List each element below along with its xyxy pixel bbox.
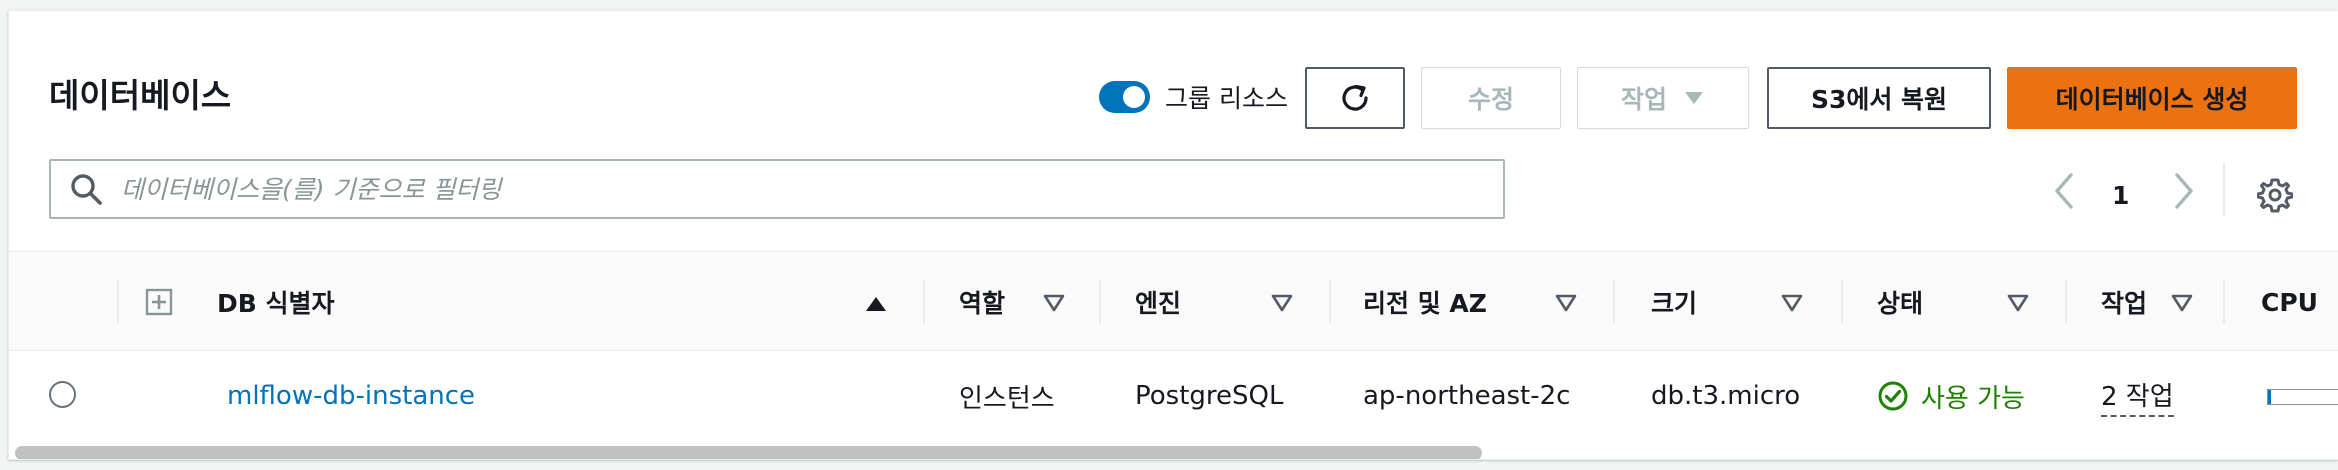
cell-role: 인스턴스 (959, 351, 1055, 441)
cpu-utilization-bar (2267, 389, 2338, 405)
databases-panel: 데이터베이스 그룹 리소스 수정 작업 S3에서 복원 데이터베이스 생성 1 (8, 10, 2338, 460)
group-resources-toggle[interactable]: 그룹 리소스 (1099, 79, 1288, 115)
column-header-region-az[interactable]: 리전 및 AZ (1363, 252, 1487, 352)
refresh-button[interactable] (1305, 67, 1405, 129)
horizontal-scrollbar-thumb[interactable] (15, 446, 1482, 459)
column-header-actions[interactable]: 작업 (2101, 252, 2147, 352)
restore-s3-label: S3에서 복원 (1810, 85, 1948, 114)
search-input[interactable] (121, 174, 1421, 204)
create-database-label: 데이터베이스 생성 (2055, 85, 2249, 114)
restore-from-s3-button[interactable]: S3에서 복원 (1767, 67, 1991, 129)
sort-none-icon[interactable] (2007, 294, 2029, 312)
engine-value: PostgreSQL (1135, 381, 1284, 411)
sort-ascending-icon[interactable] (865, 296, 887, 312)
column-divider (2065, 280, 2067, 324)
cell-region-az: ap-northeast-2c (1363, 351, 1570, 441)
db-identifier-link[interactable]: mlflow-db-instance (227, 381, 475, 411)
column-label-status: 상태 (1877, 289, 1924, 318)
column-label-db-id: DB 식별자 (217, 289, 335, 318)
column-label-engine: 엔진 (1135, 289, 1182, 318)
column-header-role[interactable]: 역할 (959, 252, 1005, 352)
column-divider (1841, 280, 1843, 324)
previous-page-icon[interactable] (2051, 171, 2079, 211)
column-label-role: 역할 (959, 289, 1006, 318)
column-header-db-id[interactable]: DB 식별자 (217, 252, 335, 352)
horizontal-scrollbar[interactable] (9, 443, 2338, 459)
sort-none-icon[interactable] (1271, 294, 1293, 312)
caret-down-icon (1685, 92, 1703, 104)
pager-divider (2223, 163, 2225, 217)
toggle-knob (1123, 86, 1145, 108)
table-row[interactable]: mlflow-db-instance 인스턴스 PostgreSQL ap-no… (9, 351, 2338, 441)
region-az-value: ap-northeast-2c (1363, 381, 1571, 411)
page-title: 데이터베이스 (49, 76, 232, 115)
settings-gear-icon[interactable] (2257, 177, 2293, 213)
status-check-circle-icon (1878, 381, 1908, 411)
search-icon (71, 174, 102, 205)
column-label-actions: 작업 (2101, 289, 2148, 318)
cell-status: 사용 가능 (1877, 351, 2025, 441)
cell-size: db.t3.micro (1651, 351, 1800, 441)
actions-dropdown-button[interactable]: 작업 (1577, 67, 1749, 129)
cell-engine: PostgreSQL (1135, 351, 1283, 441)
row-select-radio[interactable] (49, 381, 76, 408)
toggle-switch[interactable] (1099, 81, 1150, 113)
cell-actions[interactable]: 2 작업 (2101, 351, 2174, 441)
cpu-utilization-fill (2268, 390, 2272, 404)
table-header: DB 식별자 역할 엔진 리전 및 AZ 크기 상태 작업 CPU (9, 251, 2338, 351)
column-header-cpu[interactable]: CPU (2261, 252, 2318, 352)
column-header-size[interactable]: 크기 (1651, 252, 1697, 352)
column-divider (1613, 280, 1615, 324)
column-header-engine[interactable]: 엔진 (1135, 252, 1181, 352)
role-value: 인스턴스 (959, 383, 1055, 414)
sort-none-icon[interactable] (1781, 294, 1803, 312)
column-divider (1099, 280, 1101, 324)
column-divider (2223, 280, 2225, 324)
column-label-size: 크기 (1651, 289, 1698, 318)
create-database-button[interactable]: 데이터베이스 생성 (2007, 67, 2297, 129)
expand-all-icon[interactable] (145, 288, 173, 316)
column-divider (1329, 280, 1331, 324)
sort-none-icon[interactable] (1555, 294, 1577, 312)
size-value: db.t3.micro (1651, 381, 1801, 411)
sort-none-icon[interactable] (2171, 294, 2193, 312)
refresh-icon (1342, 84, 1368, 111)
actions-label: 작업 (1620, 85, 1667, 114)
column-divider (117, 280, 119, 324)
search-bar[interactable] (49, 159, 1505, 219)
column-divider (923, 280, 925, 324)
column-label-region-az: 리전 및 AZ (1363, 289, 1487, 318)
column-header-status[interactable]: 상태 (1877, 252, 1923, 352)
modify-label: 수정 (1467, 85, 1514, 114)
status-value: 사용 가능 (1921, 383, 2025, 414)
column-label-cpu: CPU (2261, 287, 2318, 317)
sort-none-icon[interactable] (1043, 294, 1065, 312)
next-page-icon[interactable] (2169, 171, 2197, 211)
current-page-number[interactable]: 1 (2112, 181, 2129, 210)
modify-button[interactable]: 수정 (1421, 67, 1561, 129)
cell-db-id[interactable]: mlflow-db-instance (227, 351, 475, 441)
group-resources-label: 그룹 리소스 (1165, 84, 1288, 113)
pending-actions-value[interactable]: 2 작업 (2101, 376, 2174, 417)
